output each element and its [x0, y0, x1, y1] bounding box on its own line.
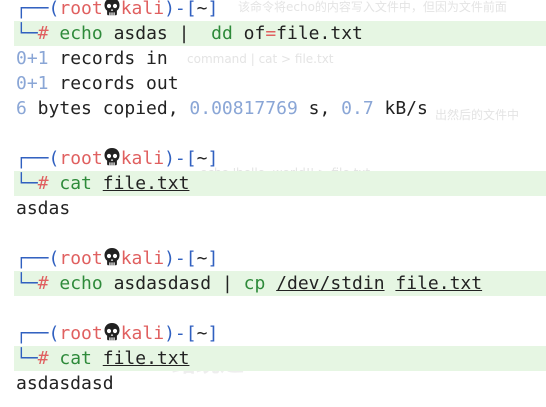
skull-icon	[104, 248, 120, 266]
prompt-close: ]	[207, 0, 219, 19]
command-cat: cat	[59, 348, 92, 369]
prompt-after-host: )-[	[164, 0, 197, 19]
prompt-path: ~	[196, 0, 208, 19]
command-echo: echo	[59, 273, 103, 294]
command-echo: echo	[59, 23, 103, 44]
skull-icon	[104, 0, 120, 16]
output-line: 0+1 records in	[16, 48, 168, 69]
equals-symbol: =	[265, 23, 277, 44]
output-line: 0+1 records out	[16, 73, 179, 94]
output-line: asdas	[16, 198, 71, 219]
command-line[interactable]: └─# cat file.txt	[16, 346, 189, 371]
ghost-text-2: command | cat > file.txt	[187, 52, 334, 66]
prompt-host: kali	[120, 0, 165, 19]
pipe-symbol: |	[178, 23, 190, 44]
prompt-bottom-prefix: └─	[16, 23, 38, 44]
ghost-text-1: 该命令将echo的内容写入文件中，但因为文件前面	[238, 0, 507, 14]
command-arg: file.txt	[276, 23, 363, 44]
output-line: asdasdasd	[16, 373, 114, 394]
command-line[interactable]: └─# echo asdasdasd | cp /dev/stdin file.…	[16, 271, 482, 296]
command-line[interactable]: └─# cat file.txt	[16, 171, 189, 196]
prompt-top-prefix: ┌──(	[16, 0, 60, 19]
prompt-line: ┌──(root kali)-[~]	[16, 248, 219, 269]
command-arg: asdas	[102, 23, 179, 44]
prompt-hash: #	[37, 23, 49, 44]
file-path: file.txt	[102, 348, 190, 369]
command-cat: cat	[59, 173, 92, 194]
skull-icon	[104, 148, 120, 166]
file-path: /dev/stdin	[276, 273, 385, 294]
prompt-line: ┌──(root kali)-[~]	[16, 148, 219, 169]
command-arg: of	[232, 23, 266, 44]
prompt-line: ┌──(root kali)-[~]	[16, 323, 219, 344]
file-path: file.txt	[395, 273, 483, 294]
output-line: 6 bytes copied, 0.00817769 s, 0.7 kB/s	[16, 98, 428, 119]
command-line[interactable]: └─# echo asdas | dd of=file.txt	[16, 21, 363, 46]
command-dd: dd	[211, 23, 233, 44]
pipe-symbol: |	[221, 273, 233, 294]
prompt-user: root	[59, 0, 103, 19]
ghost-text-3: 出然后的文件中	[435, 108, 520, 122]
file-path: file.txt	[102, 173, 190, 194]
skull-icon	[104, 323, 120, 341]
prompt-line: ┌──(root kali)-[~]	[16, 0, 218, 21]
command-cp: cp	[243, 273, 266, 294]
command-arg: asdasdasd	[102, 273, 222, 294]
